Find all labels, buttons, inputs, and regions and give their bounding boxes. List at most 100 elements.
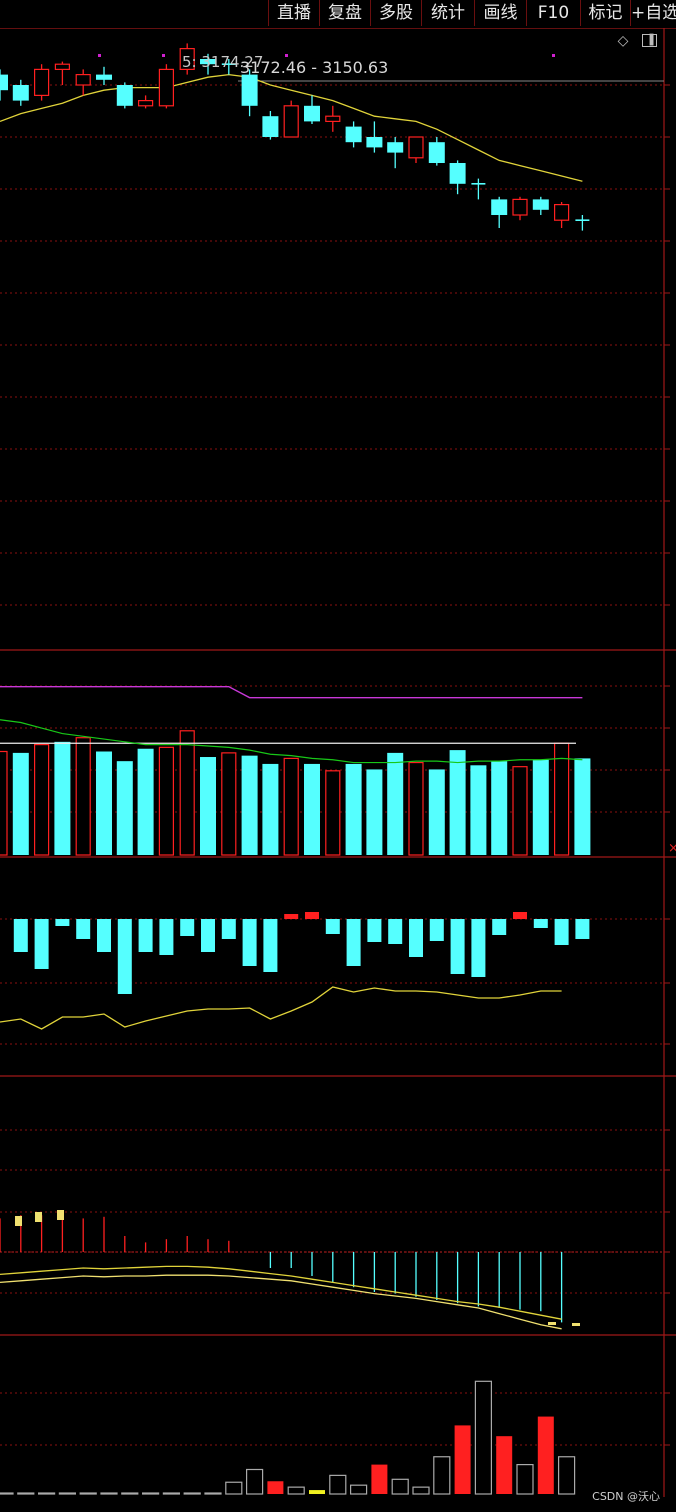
volume-bar-13 — [262, 763, 279, 855]
candle-body-1 — [12, 85, 29, 101]
candle-body-20 — [408, 136, 424, 159]
flow-bar-4 — [97, 919, 111, 952]
bottom-bar-7 — [142, 1492, 160, 1495]
bottom-bar-27 — [557, 1456, 576, 1495]
toolbar-button-6[interactable]: 标记 — [580, 0, 630, 26]
volume-ma-purple — [0, 685, 583, 699]
bottom-bar-23 — [474, 1380, 492, 1495]
volume-bar-25 — [512, 766, 528, 856]
bottom-bar-8 — [162, 1492, 180, 1495]
volume-bar-1 — [12, 752, 29, 855]
toolbar-button-3[interactable]: 统计 — [421, 0, 474, 26]
toolbar-button-4[interactable]: 画线 — [474, 0, 526, 26]
volume-bar-20 — [408, 761, 424, 856]
stock-chart[interactable]: × — [0, 0, 676, 1512]
candle-body-25 — [512, 198, 528, 216]
diamond-icon[interactable]: ◇ — [616, 34, 630, 48]
volume-bar-27 — [553, 742, 570, 856]
flow-bar-8 — [180, 919, 195, 936]
flow-bar-5 — [117, 919, 132, 994]
volume-bar-8 — [158, 746, 174, 856]
flow-bar-17 — [367, 919, 382, 942]
bottom-bar-6 — [121, 1492, 139, 1495]
candle-body-6 — [116, 85, 133, 106]
flow-line — [0, 986, 562, 1030]
volume-bar-17 — [345, 763, 362, 855]
volume-bar-15 — [304, 763, 320, 855]
bottom-bar-25 — [516, 1463, 534, 1495]
flow-bar-26 — [554, 919, 569, 945]
candle-body-16 — [325, 115, 341, 122]
bottom-bar-1 — [17, 1492, 35, 1495]
bottom-bar-26 — [537, 1416, 554, 1494]
flow-bar-23 — [492, 919, 507, 935]
volume-bar-7 — [137, 748, 154, 855]
candle-body-8 — [158, 68, 174, 107]
flow-bar-19 — [409, 919, 423, 957]
macd-end-marker-0 — [548, 1322, 556, 1325]
candle-body-22 — [449, 163, 466, 184]
candle-body-3 — [54, 63, 71, 70]
bottom-bar-3 — [58, 1492, 77, 1495]
candle-body-13 — [262, 116, 279, 137]
bottom-bar-5 — [100, 1492, 118, 1495]
candle-body-27 — [553, 204, 570, 221]
candle-body-24 — [491, 199, 508, 215]
bottom-bar-4 — [79, 1492, 97, 1495]
bottom-bar-13 — [267, 1481, 284, 1494]
flow-bar-25 — [533, 919, 548, 928]
macd-marker-0 — [15, 1216, 22, 1226]
volume-bar-23 — [470, 765, 487, 855]
flow-bar-1 — [34, 919, 49, 969]
flow-bar-11 — [242, 919, 257, 966]
panel-toggle-icon[interactable]: ▐ — [642, 34, 657, 47]
candle-body-17 — [345, 126, 362, 143]
candle-body-14 — [283, 105, 299, 138]
signal-dot-3 — [552, 54, 555, 57]
candle-body-19 — [387, 142, 404, 153]
signal-dot-0 — [98, 54, 101, 57]
volume-bar-28 — [574, 758, 591, 855]
price-range-readout: 3172.46 - 3150.63 — [240, 58, 389, 77]
volume-bar-19 — [387, 752, 404, 855]
flow-bar-20 — [429, 919, 444, 941]
flow-bar-15 — [325, 919, 340, 934]
candle-body-18 — [366, 137, 383, 148]
candle-body-26 — [532, 199, 549, 210]
signal-dot-1 — [162, 54, 165, 57]
volume-bar-16 — [325, 770, 341, 856]
flow-bar-18 — [388, 919, 403, 944]
toolbar-button-0[interactable]: 直播 — [268, 0, 319, 26]
flow-bar-3 — [76, 919, 91, 939]
bottom-bar-11 — [225, 1481, 243, 1495]
toolbar-button-7[interactable]: +自选 — [630, 0, 676, 26]
flow-bar-9 — [201, 919, 215, 952]
bottom-bar-21 — [433, 1456, 451, 1495]
flow-bar-22 — [471, 919, 486, 977]
flow-bar-21 — [450, 919, 465, 974]
bottom-bar-0 — [0, 1492, 14, 1495]
macd-dif-line — [0, 1274, 562, 1330]
bottom-bar-22 — [454, 1425, 471, 1494]
flow-bar-24 — [513, 912, 527, 919]
bottom-bar-20 — [412, 1486, 430, 1495]
candle-body-12 — [241, 74, 258, 106]
bottom-bar-15 — [309, 1490, 325, 1494]
flow-bar-14 — [305, 912, 319, 919]
volume-bar-21 — [428, 769, 445, 855]
candle-body-21 — [428, 142, 445, 163]
candle-body-2 — [33, 68, 50, 97]
bottom-bar-16 — [329, 1474, 347, 1495]
panel-close-icon: × — [668, 841, 676, 856]
flow-bar-2 — [55, 919, 70, 926]
candle-body-15 — [304, 105, 320, 122]
macd-end-marker-1 — [572, 1323, 580, 1326]
toolbar-button-5[interactable]: F10 — [526, 0, 580, 26]
flow-bar-7 — [159, 919, 174, 955]
toolbar-button-1[interactable]: 复盘 — [319, 0, 370, 26]
toolbar-button-2[interactable]: 多股 — [370, 0, 421, 26]
volume-bar-11 — [221, 752, 237, 856]
volume-bar-4 — [75, 737, 91, 856]
flow-bar-10 — [221, 919, 236, 939]
watermark: CSDN @沃心 — [592, 1490, 660, 1503]
